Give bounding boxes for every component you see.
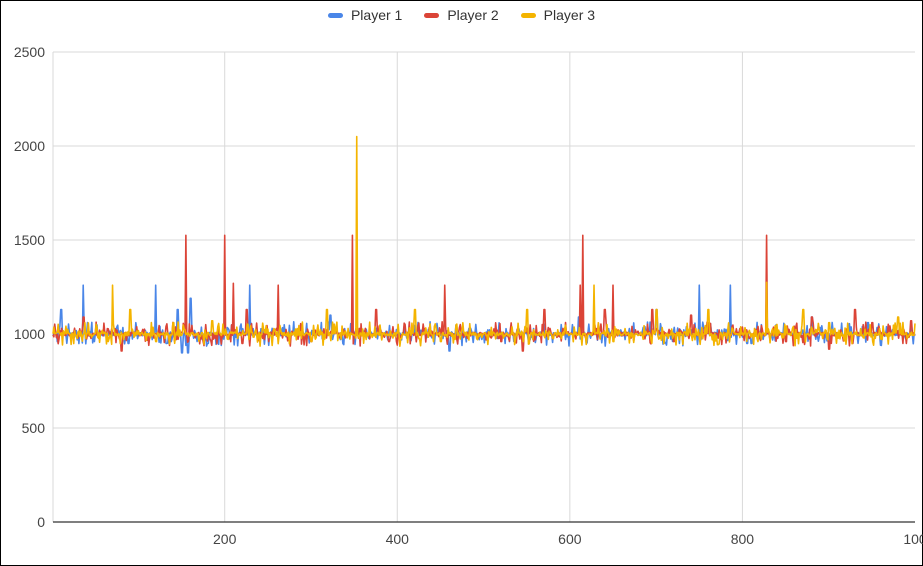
y-tick-label: 2000 <box>14 138 45 154</box>
x-tick-label: 200 <box>213 531 237 547</box>
y-tick-label: 1500 <box>14 232 45 248</box>
y-tick-label: 0 <box>37 514 45 530</box>
y-tick-label: 500 <box>22 420 46 436</box>
y-tick-label: 1000 <box>14 326 45 342</box>
y-tick-label: 2500 <box>14 44 45 60</box>
x-tick-label: 800 <box>731 531 755 547</box>
line-chart: 0 500 1000 1500 2000 2500 200 400 600 800 100 <box>14 44 923 547</box>
series-line-3 <box>52 135 916 347</box>
x-tick-label: 100 <box>903 531 923 547</box>
series-line-1 <box>52 284 916 354</box>
x-tick-label: 600 <box>558 531 582 547</box>
x-tick-label: 400 <box>386 531 410 547</box>
